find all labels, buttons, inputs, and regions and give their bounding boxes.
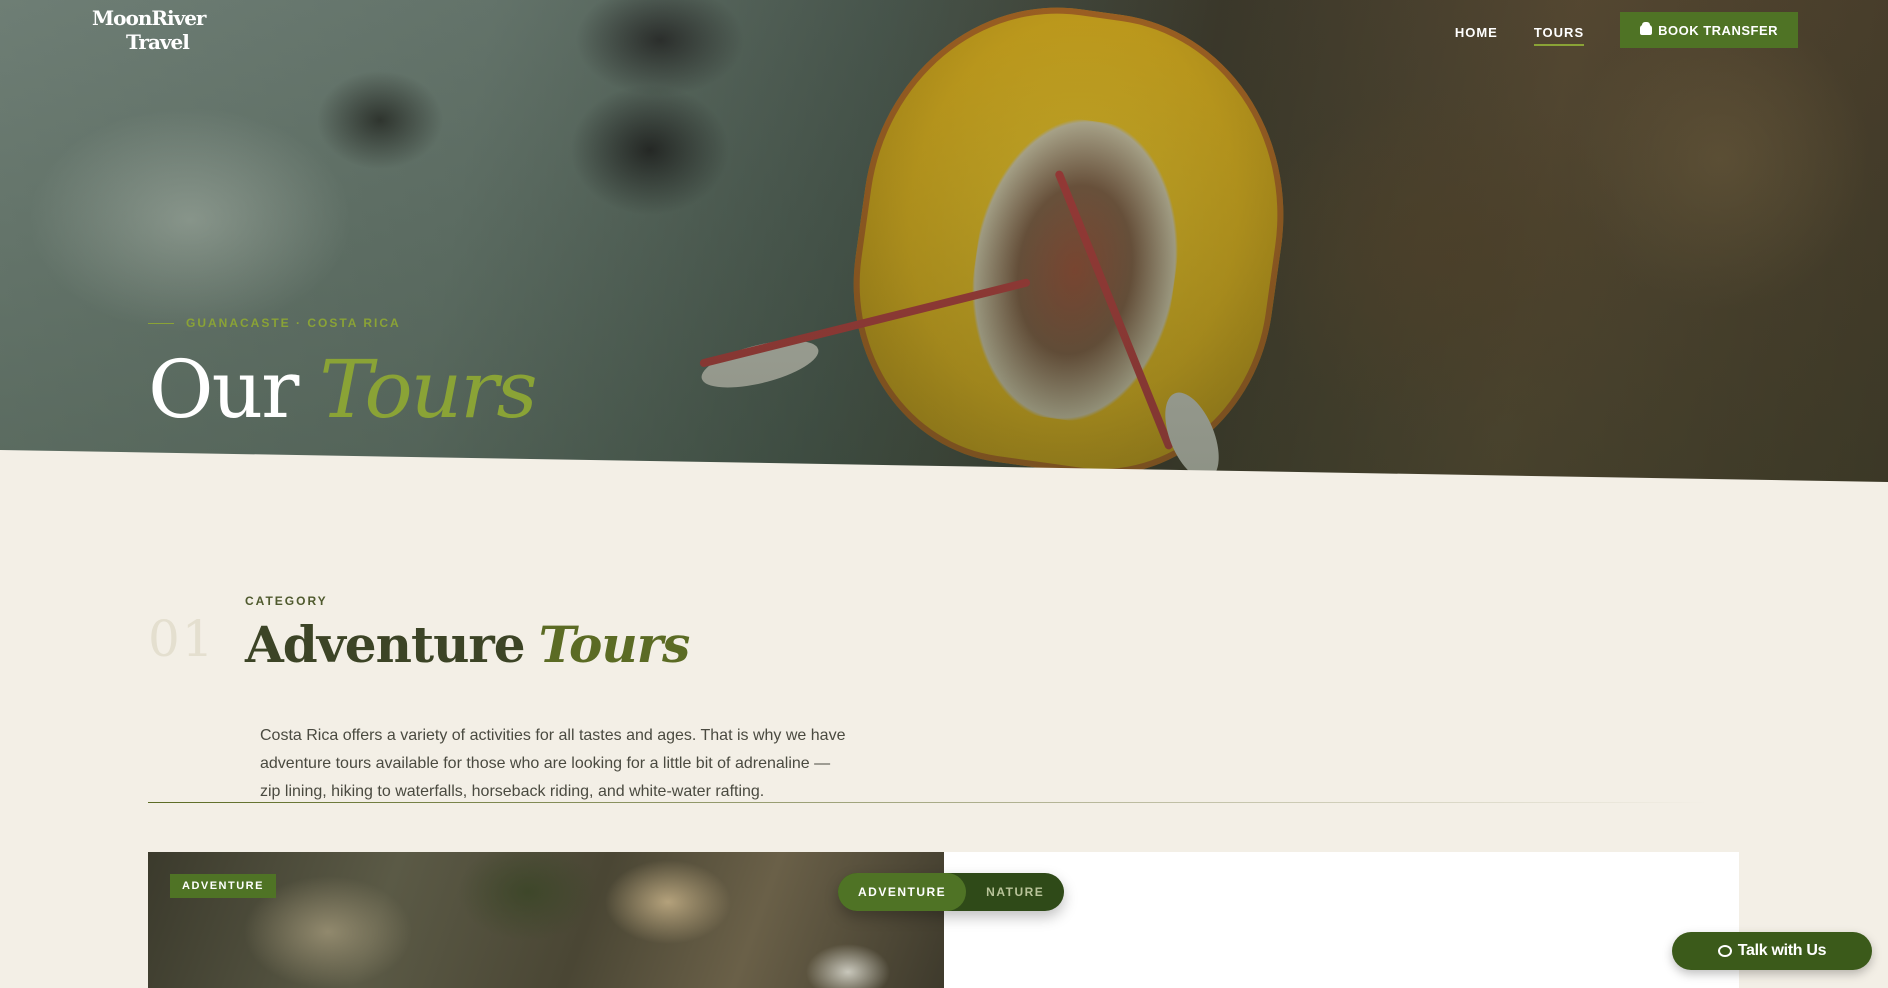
category-description: Costa Rica offers a variety of activitie…	[260, 727, 846, 800]
tour-card-body	[944, 852, 1739, 988]
book-transfer-label: BOOK TRANSFER	[1658, 22, 1778, 38]
toggle-adventure[interactable]: ADVENTURE	[838, 873, 967, 911]
category-title-plain: Adventure	[245, 615, 526, 674]
main-nav: HOME TOURS BOOK TRANSFER	[1455, 12, 1798, 48]
talk-with-us-label: Talk with Us	[1737, 942, 1827, 959]
category-title: Adventure Tours	[245, 610, 691, 680]
car-icon	[1640, 22, 1653, 35]
book-transfer-button[interactable]: BOOK TRANSFER	[1620, 12, 1798, 48]
tour-card-image[interactable]	[148, 852, 944, 988]
toggle-nature[interactable]: NATURE	[966, 873, 1064, 911]
category-label: CATEGORY	[245, 594, 328, 608]
site-logo[interactable]: MoonRiver Travel	[92, 6, 206, 56]
logo-line2: Travel	[126, 30, 190, 54]
eyebrow-line	[148, 322, 174, 324]
logo-line1: MoonRiver	[92, 6, 206, 30]
page-title-plain: Our	[148, 343, 299, 436]
page-title-accent: Tours	[319, 343, 537, 436]
category-number: 01	[148, 610, 216, 668]
hero-eyebrow-text: GUANACASTE · COSTA RICA	[186, 316, 401, 330]
nav-link-home[interactable]: HOME	[1455, 15, 1498, 46]
talk-with-us-button[interactable]: Talk with Us	[1672, 932, 1872, 970]
category-title-accent: Tours	[538, 615, 691, 674]
tour-card-badge: ADVENTURE	[170, 874, 276, 898]
chat-bubble-icon	[1717, 945, 1732, 957]
category-toggle: ADVENTURE NATURE	[838, 873, 1065, 911]
page-title: Our Tours	[148, 340, 538, 440]
section-divider	[148, 802, 1708, 803]
hero-eyebrow: GUANACASTE · COSTA RICA	[148, 316, 401, 330]
nav-link-tours[interactable]: TOURS	[1533, 15, 1585, 46]
